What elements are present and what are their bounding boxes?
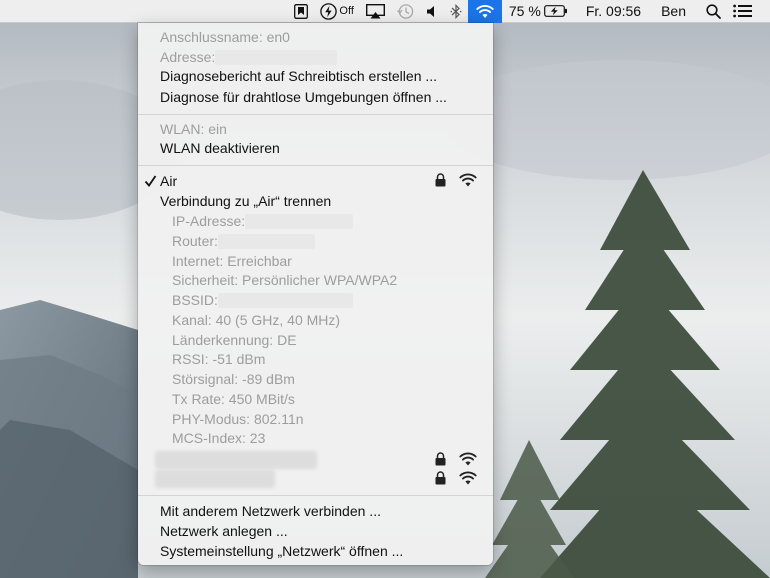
wifi-menu: Anschlussname: en0 Adresse: Diagnoseberi… bbox=[138, 23, 493, 565]
separator bbox=[138, 165, 493, 166]
ip-redacted bbox=[245, 213, 354, 229]
noise-info: Störsignal: -89 dBm bbox=[172, 371, 295, 387]
menubar-item-bookmark[interactable] bbox=[288, 0, 314, 23]
menubar-item-battery[interactable]: 75 % bbox=[502, 0, 574, 23]
battery-saver-state: Off bbox=[339, 5, 354, 17]
diagnose-report-item[interactable]: Diagnosebericht auf Schreibtisch erstell… bbox=[138, 66, 493, 86]
mcs-index-info: MCS-Index: 23 bbox=[172, 430, 266, 446]
bssid-redacted bbox=[217, 292, 353, 308]
checkmark-icon bbox=[144, 175, 157, 187]
ip-address-row: IP-Adresse: bbox=[138, 211, 493, 231]
user-name: Ben bbox=[661, 3, 686, 19]
menu-bar: Off 75 % Fr. 09:56 Ben bbox=[0, 0, 770, 23]
wifi-icon bbox=[476, 4, 494, 18]
bssid-label: BSSID: bbox=[172, 292, 218, 308]
menubar-item-wifi[interactable] bbox=[467, 0, 502, 23]
network-name-blurred bbox=[155, 470, 275, 488]
time-machine-icon bbox=[396, 3, 414, 19]
list-icon bbox=[733, 4, 752, 18]
separator bbox=[138, 114, 493, 115]
speaker-icon bbox=[426, 5, 434, 17]
battery-percent: 75 % bbox=[508, 3, 541, 19]
address-redacted bbox=[215, 49, 338, 65]
bookmark-icon bbox=[294, 3, 309, 19]
rssi-info: RSSI: -51 dBm bbox=[172, 351, 266, 367]
network-name-blurred bbox=[155, 451, 317, 469]
menubar-item-notifications[interactable] bbox=[727, 0, 758, 23]
menubar-clock[interactable]: Fr. 09:56 bbox=[574, 0, 647, 23]
search-icon bbox=[706, 3, 721, 19]
wifi-signal-icon bbox=[459, 471, 477, 485]
separator bbox=[138, 495, 493, 496]
phy-mode-info: PHY-Modus: 802.11n bbox=[172, 411, 304, 427]
channel-info: Kanal: 40 (5 GHz, 40 MHz) bbox=[172, 312, 341, 328]
menubar-item-bluetooth[interactable] bbox=[444, 0, 468, 23]
country-code: Länderkennung: DE bbox=[172, 332, 297, 348]
bluetooth-icon bbox=[450, 3, 462, 19]
menubar-user[interactable]: Ben bbox=[647, 0, 692, 23]
address-row: Adresse: bbox=[138, 47, 493, 67]
menubar-item-time-machine[interactable] bbox=[391, 0, 420, 23]
menubar-item-spotlight[interactable] bbox=[692, 0, 727, 23]
network-item-connected[interactable]: Air bbox=[138, 171, 493, 191]
router-row: Router: bbox=[138, 231, 493, 251]
network-item[interactable] bbox=[138, 450, 493, 470]
network-name: Air bbox=[160, 173, 178, 189]
join-other-network-item[interactable]: Mit anderem Netzwerk verbinden ... bbox=[138, 501, 493, 521]
security-info: Sicherheit: Persönlicher WPA/WPA2 bbox=[172, 272, 398, 288]
wlan-toggle-item[interactable]: WLAN deaktivieren bbox=[138, 138, 493, 158]
airplay-icon bbox=[365, 3, 385, 18]
disconnect-item[interactable]: Verbindung zu „Air“ trennen bbox=[138, 191, 493, 211]
create-network-item[interactable]: Netzwerk anlegen ... bbox=[138, 521, 493, 541]
tx-rate-info: Tx Rate: 450 MBit/s bbox=[172, 391, 295, 407]
battery-charging-icon bbox=[543, 5, 567, 17]
lightning-circle-icon bbox=[320, 2, 338, 20]
ip-label: IP-Adresse: bbox=[172, 213, 246, 229]
interface-name: Anschlussname: en0 bbox=[160, 29, 290, 45]
bssid-row: BSSID: bbox=[138, 290, 493, 310]
lock-icon bbox=[435, 173, 446, 187]
router-redacted bbox=[217, 233, 315, 249]
lock-icon bbox=[435, 452, 446, 466]
diagnose-wireless-item[interactable]: Diagnose für drahtlose Umgebungen öffnen… bbox=[138, 87, 493, 107]
wifi-signal-icon bbox=[459, 452, 477, 466]
internet-status: Internet: Erreichbar bbox=[172, 253, 292, 269]
clock-text: Fr. 09:56 bbox=[585, 3, 642, 19]
menubar-item-volume[interactable] bbox=[420, 0, 444, 23]
wifi-signal-icon bbox=[459, 173, 477, 187]
menubar-item-airplay[interactable] bbox=[360, 0, 391, 23]
network-item[interactable] bbox=[138, 469, 493, 489]
router-label: Router: bbox=[172, 233, 218, 249]
menubar-item-battery-saver[interactable]: Off bbox=[314, 0, 359, 23]
lock-icon bbox=[435, 471, 446, 485]
wlan-status: WLAN: ein bbox=[160, 121, 227, 137]
network-preferences-item[interactable]: Systemeinstellung „Netzwerk“ öffnen ... bbox=[138, 541, 493, 561]
address-label: Adresse: bbox=[160, 49, 216, 65]
